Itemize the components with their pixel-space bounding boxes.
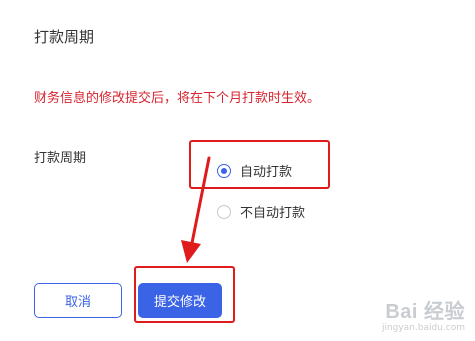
cancel-button[interactable]: 取消 bbox=[34, 283, 122, 318]
watermark: Bai 经验 jingyan.baidu.com bbox=[382, 295, 465, 333]
radio-unchecked-icon[interactable] bbox=[217, 204, 231, 219]
radio-no-auto-payment[interactable]: 不自动打款 bbox=[217, 202, 305, 221]
radio-auto-payment[interactable]: 自动打款 bbox=[217, 161, 292, 180]
radio-checked-icon[interactable] bbox=[217, 163, 231, 178]
watermark-url: jingyan.baidu.com bbox=[381, 323, 465, 333]
radio-auto-payment-label: 自动打款 bbox=[240, 165, 293, 180]
submit-button[interactable]: 提交修改 bbox=[138, 283, 222, 318]
page-title: 打款周期 bbox=[34, 28, 95, 46]
radio-no-auto-payment-label: 不自动打款 bbox=[240, 206, 306, 221]
baidu-jingyan-logo: Bai 经验 bbox=[385, 301, 465, 323]
notice-text: 财务信息的修改提交后，将在下个月打款时生效。 bbox=[34, 91, 321, 106]
payment-cycle-label: 打款周期 bbox=[34, 151, 87, 166]
